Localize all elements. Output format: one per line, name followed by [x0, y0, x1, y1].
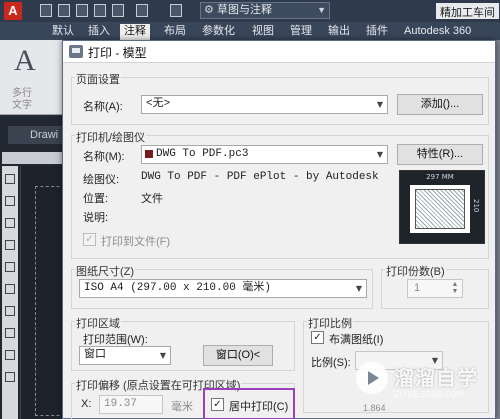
- printer-select[interactable]: DWG To PDF.pc3 ▼: [141, 145, 388, 164]
- drawing-border: [35, 186, 65, 416]
- quick-access-toolbar: A ⚙ 草图与注释 ▼ 精加工车间: [0, 0, 500, 22]
- line-tool-icon[interactable]: [5, 174, 15, 184]
- tab-annotate[interactable]: 注释: [120, 24, 150, 40]
- tab-view[interactable]: 视图: [248, 24, 278, 40]
- printer-name-label: 名称(M):: [83, 151, 125, 163]
- offset-x-input[interactable]: 19.37: [99, 395, 163, 414]
- print-icon[interactable]: [112, 4, 124, 17]
- block-tool-icon[interactable]: [5, 328, 15, 338]
- plot-range-label: 打印范围(W):: [83, 334, 148, 346]
- dialog-titlebar[interactable]: 打印 - 模型: [63, 41, 495, 63]
- location-label: 位置:: [83, 193, 109, 205]
- pdf-plotter-icon: [145, 150, 153, 158]
- tab-autodesk-360[interactable]: Autodesk 360: [400, 24, 475, 40]
- paper-size-value: ISO A4 (297.00 x 210.00 毫米): [84, 282, 272, 294]
- ribbon-group-label-2: 文字: [12, 100, 32, 111]
- play-logo-icon: [356, 362, 388, 394]
- save-icon[interactable]: [76, 4, 88, 17]
- undo-icon[interactable]: [136, 4, 148, 17]
- location-value: 文件: [141, 193, 163, 205]
- circle-tool-icon[interactable]: [5, 218, 15, 228]
- left-tool-palette: [2, 166, 18, 419]
- hatch-tool-icon[interactable]: [5, 284, 15, 294]
- tab-parametric[interactable]: 参数化: [198, 24, 239, 40]
- text-tool-icon[interactable]: [5, 306, 15, 316]
- arc-tool-icon[interactable]: [5, 240, 15, 250]
- page-setup-value: <无>: [146, 98, 171, 110]
- multiline-text-icon[interactable]: A: [14, 44, 36, 78]
- watermark: 溜溜自学 ZIXUE.3D66.COM: [350, 350, 496, 410]
- page-setup-select[interactable]: <无> ▼: [141, 95, 388, 114]
- dialog-title: 打印 - 模型: [88, 46, 147, 60]
- print-to-file-label: 打印到文件(F): [101, 236, 171, 248]
- copies-spinner[interactable]: 1 ▲ ▼: [407, 279, 463, 298]
- printer-group-label: 打印机/绘图仪: [75, 129, 147, 145]
- open-file-icon[interactable]: [58, 4, 70, 17]
- tab-output[interactable]: 输出: [324, 24, 354, 40]
- document-tab[interactable]: Drawi: [8, 126, 62, 144]
- plot-area-label: 打印区域: [75, 315, 121, 331]
- paper-preview: 297 MM 210: [399, 170, 485, 244]
- description-label: 说明:: [83, 212, 109, 224]
- ribbon-tabs: 默认 插入 注释 布局 参数化 视图 管理 输出 插件 Autodesk 360: [0, 22, 500, 40]
- offset-x-unit: 毫米: [171, 401, 193, 413]
- watermark-subtext: ZIXUE.3D66.COM: [394, 390, 464, 399]
- tab-manage[interactable]: 管理: [286, 24, 316, 40]
- tab-layout[interactable]: 布局: [160, 24, 190, 40]
- plotter-label: 绘图仪:: [83, 174, 120, 186]
- autocad-logo-icon[interactable]: A: [4, 2, 22, 20]
- preview-printable-area: [415, 189, 465, 229]
- plot-range-value: 窗口: [84, 349, 106, 361]
- polyline-tool-icon[interactable]: [5, 196, 15, 206]
- preview-height-label: 210: [472, 199, 480, 213]
- gear-icon: ⚙: [204, 4, 214, 16]
- fit-to-paper-label: 布满图纸(I): [329, 334, 384, 346]
- spinner-arrows-icon[interactable]: ▲ ▼: [449, 281, 461, 296]
- chevron-down-icon: ▼: [355, 284, 362, 293]
- chevron-down-icon: ▼: [376, 150, 383, 159]
- chevron-down-icon: ▼: [317, 5, 326, 15]
- tab-insert[interactable]: 插入: [84, 24, 114, 40]
- redo-icon[interactable]: [170, 4, 182, 17]
- workspace-label: 草图与注释: [217, 4, 272, 16]
- chevron-down-icon: ▼: [159, 351, 166, 360]
- watermark-text: 溜溜自学: [394, 366, 478, 390]
- plot-range-select[interactable]: 窗口 ▼: [79, 346, 171, 365]
- window-select-button[interactable]: 窗口(O)<: [203, 345, 273, 366]
- center-plot-highlight: [203, 388, 295, 419]
- table-tool-icon[interactable]: [5, 372, 15, 382]
- drawing-toolbar: [2, 152, 64, 164]
- add-page-setup-button[interactable]: 添加()...: [397, 94, 483, 115]
- model-canvas[interactable]: [20, 166, 65, 419]
- copies-label: 打印份数(B): [385, 263, 446, 279]
- properties-button[interactable]: 特性(R)...: [397, 144, 483, 165]
- page-setup-name-label: 名称(A):: [83, 101, 123, 113]
- chevron-down-icon: ▼: [376, 100, 383, 109]
- plot-scale-label: 打印比例: [307, 315, 353, 331]
- page-setup-label: 页面设置: [75, 71, 121, 87]
- save-as-icon[interactable]: [94, 4, 106, 17]
- workspace-dropdown[interactable]: ⚙ 草图与注释 ▼: [200, 2, 330, 19]
- offset-x-label: X:: [81, 398, 92, 410]
- printer-icon: [69, 45, 83, 58]
- paper-size-select[interactable]: ISO A4 (297.00 x 210.00 毫米) ▼: [79, 279, 367, 298]
- point-tool-icon[interactable]: [5, 350, 15, 360]
- file-title: 精加工车间: [436, 3, 499, 19]
- new-file-icon[interactable]: [40, 4, 52, 17]
- right-edge-bar: [496, 40, 500, 419]
- tab-plugins[interactable]: 插件: [362, 24, 392, 40]
- copies-value: 1: [414, 282, 421, 294]
- scale-label: 比例(S):: [311, 357, 351, 369]
- tab-default[interactable]: 默认: [48, 24, 78, 40]
- plotter-value: DWG To PDF - PDF ePlot - by Autodesk: [141, 171, 379, 183]
- rectangle-tool-icon[interactable]: [5, 262, 15, 272]
- paper-size-label: 图纸尺寸(Z): [75, 263, 136, 279]
- printer-value: DWG To PDF.pc3: [156, 148, 249, 160]
- print-to-file-checkbox: ✓: [83, 233, 96, 246]
- fit-to-paper-checkbox[interactable]: ✓: [311, 331, 324, 344]
- preview-width-label: 297 MM: [426, 173, 454, 181]
